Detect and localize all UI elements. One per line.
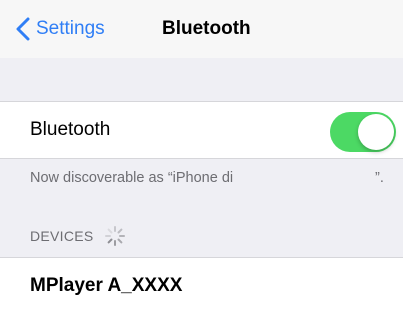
- devices-section-header: DEVICES: [30, 226, 126, 246]
- bluetooth-row: Bluetooth: [0, 101, 403, 159]
- bluetooth-label: Bluetooth: [30, 119, 111, 140]
- back-button[interactable]: Settings: [16, 14, 105, 44]
- device-name: MPlayer A_XXXX: [30, 275, 183, 296]
- discoverable-status-end: ”.: [375, 170, 384, 186]
- discoverable-status-text: Now discoverable as “iPhone di: [30, 170, 234, 186]
- activity-spinner-icon: [104, 226, 125, 246]
- chevron-left-icon: [16, 17, 30, 41]
- devices-header-label: DEVICES: [30, 228, 94, 244]
- section-spacer: [0, 58, 403, 100]
- bluetooth-toggle[interactable]: [330, 112, 396, 152]
- device-row[interactable]: MPlayer A_XXXX: [0, 257, 403, 315]
- toggle-knob: [358, 114, 394, 150]
- page-title: Bluetooth: [162, 18, 251, 39]
- navigation-bar: Settings Bluetooth: [0, 0, 403, 58]
- back-button-label: Settings: [36, 18, 105, 39]
